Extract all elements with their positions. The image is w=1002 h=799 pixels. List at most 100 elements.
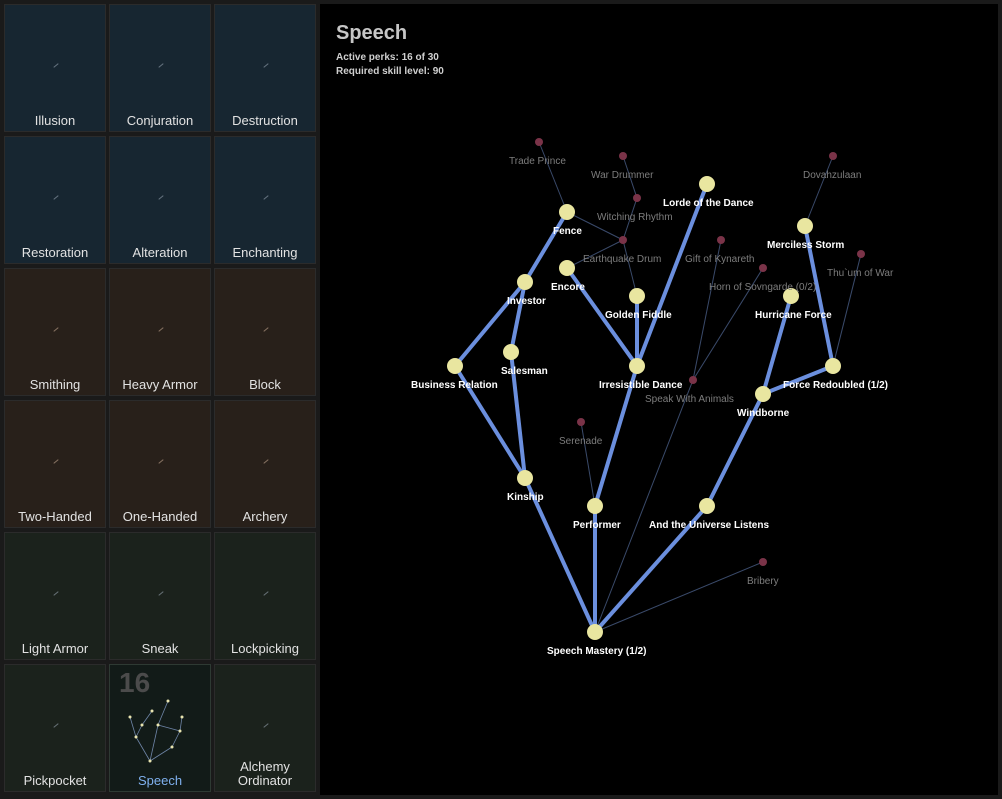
perk-label-trade_prince: Trade Prince — [509, 156, 566, 167]
perk-node-lorde[interactable] — [699, 176, 715, 192]
perk-label-investor: Investor — [507, 296, 546, 307]
mini-constellation-icon — [128, 699, 184, 763]
perk-node-merciless[interactable] — [797, 218, 813, 234]
mini-constellation-icon — [53, 195, 59, 200]
skill-tile-destruction[interactable]: Destruction — [214, 4, 316, 132]
perk-node-kinship[interactable] — [517, 470, 533, 486]
perk-link-speech_mastery-animals — [594, 379, 694, 633]
skill-tile-illusion[interactable]: Illusion — [4, 4, 106, 132]
skill-tile-conjuration[interactable]: Conjuration — [109, 4, 211, 132]
perk-link-fence-trade_prince — [538, 141, 568, 213]
mini-constellation-icon — [263, 459, 269, 464]
perk-node-sovngarde[interactable] — [759, 264, 767, 272]
perk-link-speech_mastery-bribery — [594, 561, 764, 633]
mini-constellation-icon — [53, 327, 59, 332]
perk-node-earthquake[interactable] — [619, 236, 627, 244]
skill-label: Light Armor — [21, 641, 89, 656]
skill-label: Destruction — [232, 113, 298, 128]
perk-node-business[interactable] — [447, 358, 463, 374]
perk-label-windborne: Windborne — [737, 408, 790, 419]
perk-node-speech_mastery[interactable] — [587, 624, 603, 640]
perk-label-salesman: Salesman — [501, 366, 548, 377]
skill-tile-pickpocket[interactable]: Pickpocket — [4, 664, 106, 792]
skill-label: Two-Handed — [18, 509, 92, 524]
mini-constellation-icon — [53, 723, 59, 728]
skill-label: Conjuration — [126, 113, 194, 128]
mini-constellation-icon — [263, 63, 269, 68]
perk-node-encore[interactable] — [559, 260, 575, 276]
skill-sidebar: Illusion Conjuration Destruction Restoratio… — [4, 4, 318, 795]
skill-tile-two-handed[interactable]: Two-Handed — [4, 400, 106, 528]
skill-tile-light-armor[interactable]: Light Armor — [4, 532, 106, 660]
perk-node-golden[interactable] — [629, 288, 645, 304]
perk-label-sovngarde: Horn of Sovngarde (0/2) — [709, 282, 816, 293]
perk-node-thuum[interactable] — [857, 250, 865, 258]
perk-link-golden-earthquake — [622, 239, 638, 297]
perk-label-encore: Encore — [551, 282, 585, 293]
skill-tile-heavy-armor[interactable]: Heavy Armor — [109, 268, 211, 396]
perk-node-witching[interactable] — [633, 194, 641, 202]
skill-tile-block[interactable]: Block — [214, 268, 316, 396]
skill-tile-restoration[interactable]: Restoration — [4, 136, 106, 264]
perk-node-irresistible[interactable] — [629, 358, 645, 374]
perk-link-performer-serenade — [580, 421, 596, 507]
perk-label-serenade: Serenade — [559, 436, 603, 447]
mini-constellation-icon — [158, 63, 164, 68]
perk-label-thuum: Thu`um of War — [827, 267, 894, 279]
perk-label-war_drummer: War Drummer — [591, 170, 654, 181]
skill-tile-speech[interactable]: 16 Speech — [109, 664, 211, 792]
perk-node-animals[interactable] — [689, 376, 697, 384]
skill-label: Archery — [242, 509, 288, 524]
perk-label-merciless: Merciless Storm — [767, 240, 844, 251]
perk-node-investor[interactable] — [517, 274, 533, 290]
perk-node-war_drummer[interactable] — [619, 152, 627, 160]
skill-tile-smithing[interactable]: Smithing — [4, 268, 106, 396]
mini-constellation-icon — [53, 459, 59, 464]
perk-label-golden: Golden Fiddle — [605, 310, 672, 321]
perk-label-lorde: Lorde of the Dance — [663, 198, 754, 209]
skill-tile-alteration[interactable]: Alteration — [109, 136, 211, 264]
mini-constellation-icon — [158, 459, 164, 464]
skill-label: Restoration — [21, 245, 89, 260]
perk-node-fence[interactable] — [559, 204, 575, 220]
mini-constellation-icon — [158, 195, 164, 200]
perk-label-bribery: Bribery — [747, 576, 779, 587]
perk-node-bribery[interactable] — [759, 558, 767, 566]
perk-label-earthquake: Earthquake Drum — [583, 254, 661, 265]
skill-tile-alchemy-ordinator[interactable]: Alchemy Ordinator — [214, 664, 316, 792]
perk-label-business: Business Relation — [411, 380, 498, 391]
mini-constellation-icon — [158, 591, 164, 596]
skill-label: Lockpicking — [231, 641, 299, 656]
perk-node-dovahzulaan[interactable] — [829, 152, 837, 160]
skill-tile-sneak[interactable]: Sneak — [109, 532, 211, 660]
perk-tree-canvas: Speech Mastery (1/2) Kinship Performer And … — [411, 138, 894, 657]
perk-tree-panel: Speech Active perks: 16 of 30 Required s… — [320, 4, 998, 795]
skill-label: Alchemy Ordinator — [237, 759, 293, 788]
skill-label: Block — [249, 377, 281, 392]
perk-label-irresistible: Irresistible Dance — [599, 380, 683, 391]
skill-label: Sneak — [141, 641, 179, 656]
mini-constellation-icon — [53, 591, 59, 596]
perk-node-universe[interactable] — [699, 498, 715, 514]
mini-constellation-icon — [263, 327, 269, 332]
skill-tile-one-handed[interactable]: One-Handed — [109, 400, 211, 528]
perk-node-force[interactable] — [825, 358, 841, 374]
mini-constellation-icon — [263, 195, 269, 200]
perk-label-universe: And the Universe Listens — [649, 520, 769, 531]
perk-label-force: Force Redoubled (1/2) — [783, 380, 888, 391]
skill-tile-enchanting[interactable]: Enchanting — [214, 136, 316, 264]
skill-tile-lockpicking[interactable]: Lockpicking — [214, 532, 316, 660]
perk-label-speech_mastery: Speech Mastery (1/2) — [547, 646, 647, 657]
perk-node-kynareth[interactable] — [717, 236, 725, 244]
perk-node-trade_prince[interactable] — [535, 138, 543, 146]
skill-tile-archery[interactable]: Archery — [214, 400, 316, 528]
perk-label-kinship: Kinship — [507, 492, 544, 503]
skill-label: Speech — [137, 773, 183, 788]
skill-label: One-Handed — [122, 509, 198, 524]
perk-node-performer[interactable] — [587, 498, 603, 514]
perk-node-salesman[interactable] — [503, 344, 519, 360]
skill-label: Illusion — [34, 113, 76, 128]
perk-label-witching: Witching Rhythm — [597, 212, 673, 223]
perk-node-windborne[interactable] — [755, 386, 771, 402]
perk-node-serenade[interactable] — [577, 418, 585, 426]
